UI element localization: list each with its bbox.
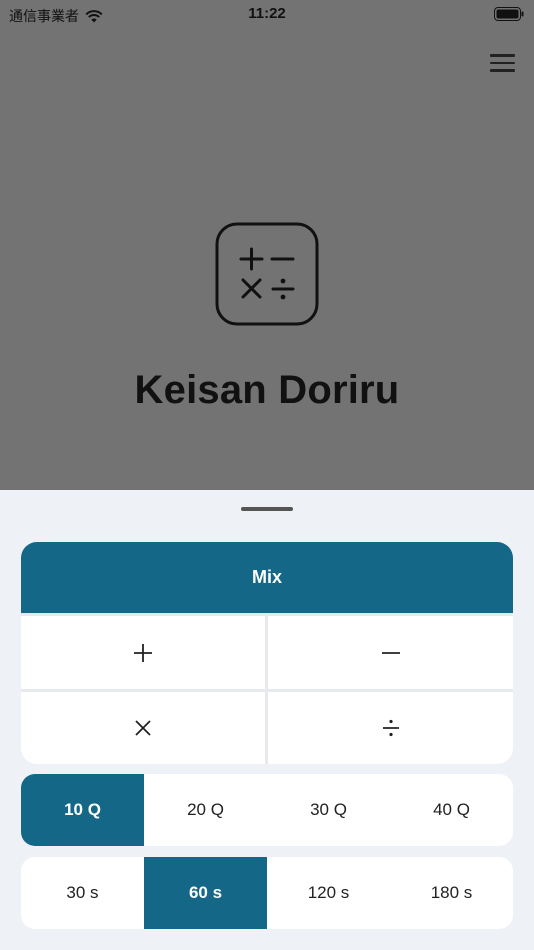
minus-icon: [381, 651, 400, 654]
question-count-40[interactable]: 40 Q: [390, 774, 513, 846]
question-count-selector: 10 Q 20 Q 30 Q 40 Q: [21, 774, 513, 846]
plus-icon: [134, 643, 152, 662]
plus-button[interactable]: [21, 616, 265, 689]
multiply-icon: [135, 720, 151, 736]
settings-sheet: Mix 10 Q 20 Q 30 Q 40 Q 30 s 60 s 120 s …: [0, 490, 534, 950]
app-logo-icon: [215, 222, 319, 326]
time-limit-selector: 30 s 60 s 120 s 180 s: [21, 857, 513, 929]
divide-icon: [382, 719, 399, 737]
question-count-30[interactable]: 30 Q: [267, 774, 390, 846]
status-time: 11:22: [248, 5, 286, 22]
time-limit-180[interactable]: 180 s: [390, 857, 513, 929]
multiply-button[interactable]: [21, 692, 265, 764]
menu-icon[interactable]: [490, 53, 516, 73]
operation-picker: Mix: [21, 542, 513, 764]
time-limit-120[interactable]: 120 s: [267, 857, 390, 929]
time-limit-60[interactable]: 60 s: [144, 857, 267, 929]
time-limit-30[interactable]: 30 s: [21, 857, 144, 929]
question-count-10[interactable]: 10 Q: [21, 774, 144, 846]
app-title: Keisan Doriru: [134, 368, 400, 412]
minus-button[interactable]: [268, 616, 513, 689]
status-bar: 通信事業者 11:22: [0, 0, 534, 30]
mix-button[interactable]: Mix: [21, 542, 513, 613]
question-count-20[interactable]: 20 Q: [144, 774, 267, 846]
sheet-grabber[interactable]: [241, 507, 293, 511]
divide-button[interactable]: [268, 692, 513, 764]
battery-icon: [494, 7, 524, 21]
